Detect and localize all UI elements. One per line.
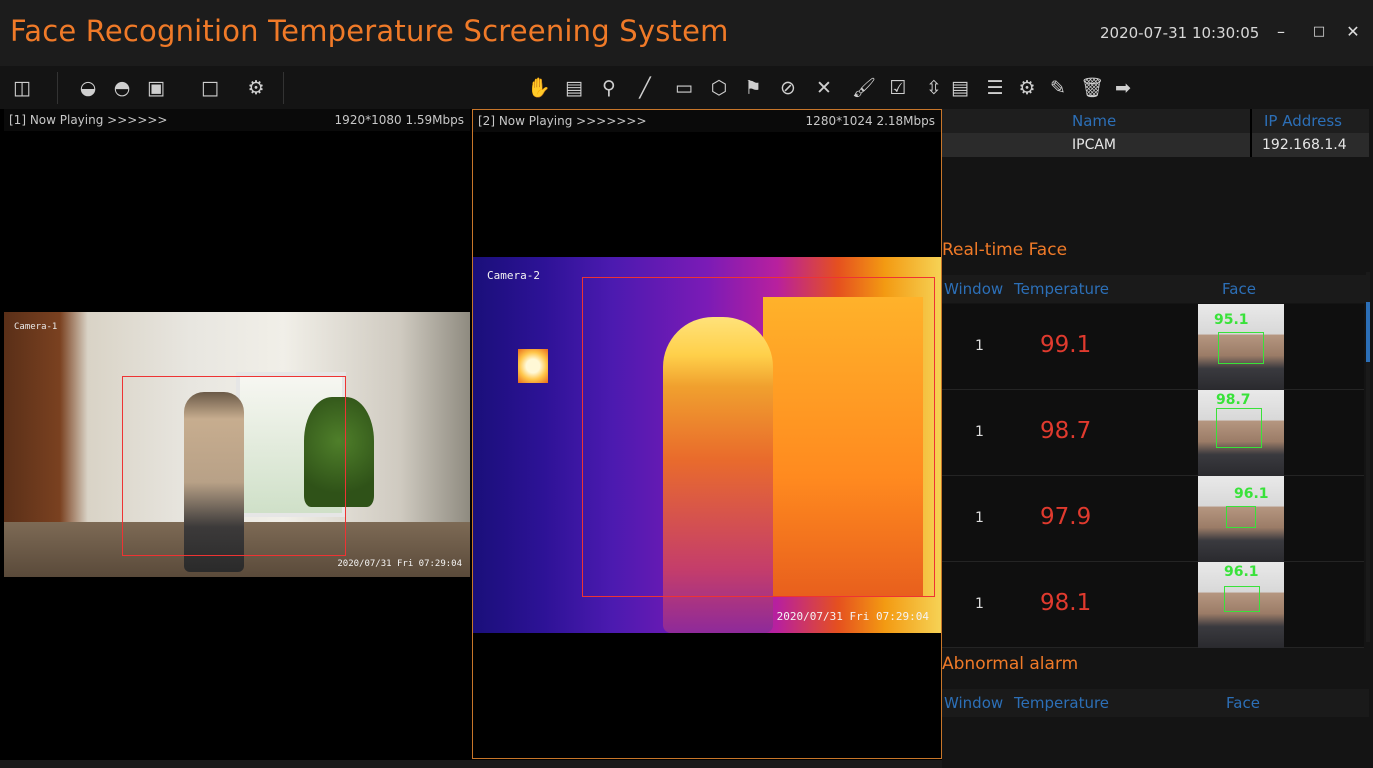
maximize-button[interactable]: □ [1309, 20, 1329, 44]
scrollbar[interactable] [1366, 272, 1370, 642]
clear-icon[interactable]: ✕ [812, 77, 836, 99]
thermal-camera-feed: Camera-2 2020/07/31 Fri 07:29:04 [473, 257, 941, 633]
temperature-value: 98.1 [1040, 590, 1092, 616]
face-detect-box [1224, 586, 1260, 612]
col-face: Face [1226, 694, 1260, 712]
face-row[interactable]: 1 97.9 96.1 [942, 476, 1364, 562]
temperature-value: 97.9 [1040, 504, 1092, 530]
toolbar [0, 66, 942, 109]
playing-status: [1] Now Playing >>>>>> [9, 113, 168, 127]
face-thumbnail[interactable]: 95.1 [1198, 304, 1284, 390]
arrow-right-icon[interactable]: ➡ [1111, 77, 1135, 99]
window-icon[interactable]: □ [198, 77, 222, 99]
window-number: 1 [975, 510, 984, 526]
realtime-title: Real-time Face [942, 240, 1068, 260]
col-temperature: Temperature [1014, 280, 1110, 298]
delete-icon[interactable]: 🗑 [1080, 77, 1104, 99]
gear-icon[interactable]: ⚙ [1015, 77, 1039, 99]
column-divider [1250, 109, 1252, 157]
status-strip [0, 760, 942, 768]
col-window: Window [944, 280, 1004, 298]
app-title: Face Recognition Temperature Screening S… [10, 14, 729, 48]
toolbar-separator [283, 72, 284, 104]
no-entry-icon[interactable]: ⊘ [776, 77, 800, 99]
menu-icon[interactable]: ☰ [983, 77, 1007, 99]
camera-icon[interactable]: ◒ [76, 77, 100, 99]
window-number: 1 [975, 338, 984, 354]
pane-header: [1] Now Playing >>>>>> 1920*1080 1.59Mbp… [4, 109, 470, 131]
face-detect-box [1218, 332, 1264, 364]
title-bar: Face Recognition Temperature Screening S… [0, 0, 1373, 66]
screen-icon[interactable]: ▤ [562, 77, 586, 99]
video-pane-2[interactable]: [2] Now Playing >>>>>>> 1280*1024 2.18Mb… [472, 109, 942, 759]
camera-label: Camera-2 [487, 269, 540, 282]
close-button[interactable]: ✕ [1343, 20, 1363, 44]
window-number: 1 [975, 424, 984, 440]
checklist-icon[interactable]: ☑ [886, 77, 910, 99]
detection-box [122, 376, 346, 556]
device-table-header: Name IP Address [942, 109, 1369, 133]
video-pane-1[interactable]: [1] Now Playing >>>>>> 1920*1080 1.59Mbp… [4, 109, 470, 759]
camera-off-icon[interactable]: ◓ [110, 77, 134, 99]
layout-icon[interactable]: ◫ [10, 77, 34, 99]
col-ip: IP Address [1264, 112, 1342, 130]
hexagon-icon[interactable]: ⬡ [707, 77, 731, 99]
scrollbar-thumb[interactable] [1366, 302, 1370, 362]
expand-icon[interactable]: ⇳ [922, 77, 946, 99]
rect-icon[interactable]: ▭ [672, 77, 696, 99]
alarm-table-header: Window Temperature Face [942, 689, 1369, 717]
col-temperature: Temperature [1014, 694, 1110, 712]
paint-icon[interactable]: 🖌 [852, 77, 876, 99]
device-name: IPCAM [1072, 137, 1117, 153]
toolbar-separator [57, 72, 58, 104]
edit-icon[interactable]: ✎ [1046, 77, 1070, 99]
face-thumbnail[interactable]: 96.1 [1198, 476, 1284, 562]
minimize-button[interactable]: – [1271, 20, 1291, 44]
device-ip: 192.168.1.4 [1262, 137, 1347, 153]
face-detect-box [1226, 506, 1256, 528]
temperature-value: 99.1 [1040, 332, 1092, 358]
face-thumbnail[interactable]: 96.1 [1198, 562, 1284, 648]
face-thumbnail[interactable]: 98.7 [1198, 390, 1284, 476]
settings-icon[interactable]: ⚙ [244, 77, 268, 99]
face-temp-label: 98.7 [1216, 392, 1251, 408]
camera-label: Camera-1 [14, 322, 58, 332]
line-icon[interactable]: ╱ [633, 77, 657, 99]
list-detail-icon[interactable]: ▤ [948, 77, 972, 99]
face-temp-label: 96.1 [1224, 564, 1259, 580]
face-row[interactable]: 1 98.1 96.1 [942, 562, 1364, 648]
realtime-table-header: Window Temperature Face [942, 275, 1369, 303]
clock: 2020-07-31 10:30:05 [1100, 24, 1260, 42]
stream-resolution: 1280*1024 2.18Mbps [805, 114, 935, 128]
col-name: Name [1072, 112, 1117, 130]
face-temp-label: 95.1 [1214, 312, 1249, 328]
flag-icon[interactable]: ⚑ [741, 77, 765, 99]
face-row[interactable]: 1 99.1 95.1 [942, 304, 1364, 390]
temperature-value: 98.7 [1040, 418, 1092, 444]
col-face: Face [1222, 280, 1256, 298]
detection-box [582, 277, 935, 597]
video-timestamp: 2020/07/31 Fri 07:29:04 [337, 559, 462, 569]
alarm-title: Abnormal alarm [942, 654, 1079, 674]
pane-header: [2] Now Playing >>>>>>> 1280*1024 2.18Mb… [473, 110, 941, 132]
face-detect-box [1216, 408, 1262, 448]
snapshot-icon[interactable]: ▣ [144, 77, 168, 99]
window-number: 1 [975, 596, 984, 612]
hot-spot [518, 349, 548, 383]
video-timestamp: 2020/07/31 Fri 07:29:04 [776, 610, 929, 623]
pin-icon[interactable]: ⚲ [597, 77, 621, 99]
face-temp-label: 96.1 [1234, 486, 1269, 502]
camera-1-feed: Camera-1 2020/07/31 Fri 07:29:04 [4, 312, 470, 577]
right-panel: Name IP Address IPCAM 192.168.1.4 Real-t… [942, 109, 1373, 768]
face-row[interactable]: 1 98.7 98.7 [942, 390, 1364, 476]
stream-resolution: 1920*1080 1.59Mbps [334, 113, 464, 127]
col-window: Window [944, 694, 1004, 712]
hand-icon[interactable]: ✋ [527, 77, 551, 99]
playing-status: [2] Now Playing >>>>>>> [478, 114, 647, 128]
device-row[interactable]: IPCAM 192.168.1.4 [942, 133, 1369, 157]
